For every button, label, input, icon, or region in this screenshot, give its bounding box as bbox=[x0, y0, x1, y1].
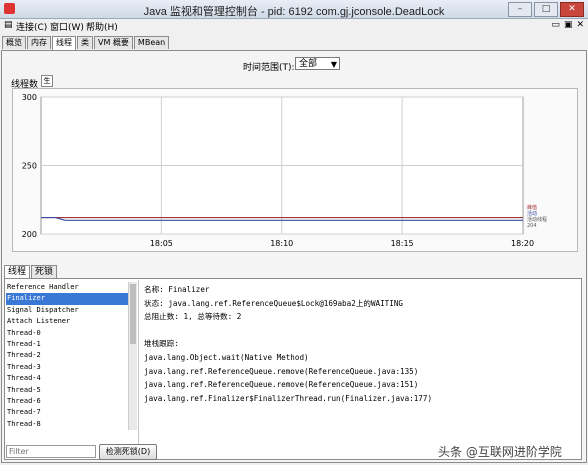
main-tabs: 概览 内存 线程 类 VM 概要 MBean bbox=[2, 36, 170, 50]
menu-help[interactable]: 帮助(H) bbox=[86, 20, 118, 33]
minimize-button[interactable]: – bbox=[508, 2, 532, 17]
menu-connection-icon: ▤ bbox=[4, 20, 13, 30]
tab-classes[interactable]: 类 bbox=[77, 36, 93, 49]
thread-stack-detail: 名称: Finalizer 状态: java.lang.ref.Reference… bbox=[144, 283, 574, 405]
tab-overview[interactable]: 概览 bbox=[2, 36, 26, 49]
x-tick-label: 18:20 bbox=[511, 239, 534, 248]
tab-memory[interactable]: 内存 bbox=[27, 36, 51, 49]
tab-threads[interactable]: 线程 bbox=[52, 36, 76, 50]
tab-mbean[interactable]: MBean bbox=[133, 36, 170, 49]
thread-list-item[interactable]: Attach Listener bbox=[6, 316, 134, 327]
menu-window[interactable]: 窗口(W) bbox=[50, 20, 84, 33]
y-tick-label: 200 bbox=[22, 230, 37, 239]
filter-input[interactable] bbox=[6, 445, 96, 458]
x-tick-label: 18:05 bbox=[150, 239, 173, 248]
legend-label: 峰值 bbox=[527, 204, 537, 211]
threads-chart: 200 250 300 18:05 18:10 18:15 18:20 峰值 活动 活动线程 204 bbox=[12, 88, 578, 252]
detail-line: 名称: Finalizer bbox=[144, 285, 210, 294]
thread-list-item[interactable]: Thread-6 bbox=[6, 396, 134, 407]
detail-line: 堆栈跟踪: bbox=[144, 339, 179, 349]
thread-list-item[interactable]: Thread-8 bbox=[6, 419, 134, 430]
window-icon[interactable]: ▣ bbox=[564, 20, 573, 30]
thread-list-item[interactable]: Signal Dispatcher bbox=[6, 305, 134, 316]
tab-vm-summary[interactable]: VM 概要 bbox=[94, 36, 133, 49]
y-tick-label: 300 bbox=[22, 93, 37, 102]
thread-list-item[interactable]: Thread-4 bbox=[6, 373, 134, 384]
thread-list-item[interactable]: Thread-1 bbox=[6, 339, 134, 350]
close-button[interactable]: ✕ bbox=[560, 2, 584, 17]
thread-list-item[interactable]: Thread-5 bbox=[6, 385, 134, 396]
window-title: Java 监视和管理控制台 - pid: 6192 com.gj.jconsol… bbox=[143, 6, 445, 18]
maximize-button[interactable]: □ bbox=[534, 2, 558, 17]
legend-label: 204 bbox=[527, 223, 537, 229]
detect-deadlock-button[interactable]: 检测死锁(D) bbox=[99, 444, 157, 460]
tab-deadlock[interactable]: 死锁 bbox=[31, 265, 58, 278]
thread-list-item[interactable]: Thread-3 bbox=[6, 362, 134, 373]
title-bar: Java 监视和管理控制台 - pid: 6192 com.gj.jconsol… bbox=[0, 0, 588, 19]
thread-list-item[interactable]: Finalizer bbox=[6, 293, 134, 305]
threads-chart-toggle[interactable]: 生 bbox=[41, 75, 53, 87]
thread-list-item[interactable]: Thread-2 bbox=[6, 350, 134, 361]
detail-line: java.lang.ref.ReferenceQueue.remove(Refe… bbox=[144, 366, 419, 376]
scrollbar-thumb[interactable] bbox=[130, 284, 136, 344]
detail-line bbox=[144, 324, 574, 338]
time-range-value: 全部 bbox=[299, 59, 318, 69]
close-x-icon[interactable]: ✕ bbox=[576, 20, 584, 30]
tab-thread-list[interactable]: 线程 bbox=[4, 265, 31, 278]
menu-connection[interactable]: 连接(C) bbox=[16, 20, 47, 33]
thread-list-scrollbar[interactable] bbox=[128, 282, 137, 430]
y-tick-label: 250 bbox=[22, 162, 37, 171]
thread-list-item[interactable]: Thread-0 bbox=[6, 328, 134, 339]
detail-line: java.lang.Object.wait(Native Method) bbox=[144, 352, 309, 362]
chevron-down-icon: ▼ bbox=[330, 60, 337, 69]
time-range-select[interactable]: 全部 ▼ bbox=[295, 57, 340, 70]
watermark-text: 头条 @互联网进阶学院 bbox=[438, 445, 562, 459]
thread-list-item[interactable]: Reference Handler bbox=[6, 282, 134, 293]
detail-line: java.lang.ref.Finalizer$FinalizerThread.… bbox=[144, 393, 433, 403]
detail-line: 总阻止数: 1, 总等待数: 2 bbox=[144, 312, 242, 322]
time-range-label: 时间范围(T): bbox=[243, 63, 295, 73]
x-tick-label: 18:15 bbox=[391, 239, 414, 248]
legend-label: 活动线程 bbox=[527, 216, 547, 223]
thread-list-item[interactable]: Thread-7 bbox=[6, 407, 134, 418]
bottom-tabs: 线程 死锁 bbox=[4, 265, 58, 278]
thread-list[interactable]: Reference Handler Finalizer Signal Dispatc… bbox=[6, 282, 134, 430]
detail-line: 状态: java.lang.ref.ReferenceQueue$Lock@16… bbox=[144, 298, 403, 308]
detail-line: java.lang.ref.ReferenceQueue.remove(Refe… bbox=[144, 380, 419, 390]
legend-label: 活动 bbox=[527, 210, 537, 217]
restore-icon[interactable]: ▭ bbox=[551, 20, 560, 30]
threads-chart-svg: 200 250 300 18:05 18:10 18:15 18:20 峰值活动活动线程204 bbox=[22, 93, 547, 248]
menu-bar: ▤ 连接(C) 窗口(W) 帮助(H) ▭ ▣ ✕ bbox=[0, 19, 588, 33]
split-divider[interactable] bbox=[138, 280, 139, 456]
x-tick-label: 18:10 bbox=[270, 239, 293, 248]
